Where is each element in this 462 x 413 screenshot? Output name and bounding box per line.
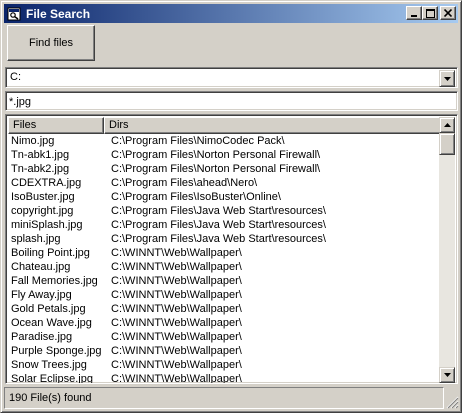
status-text: 190 File(s) found [4,387,444,409]
table-row[interactable]: Gold Petals.jpg C:\WINNT\Web\Wallpaper\ [8,302,441,316]
list-header: Files Dirs [8,117,441,134]
directory-cell: C:\WINNT\Web\Wallpaper\ [111,303,242,315]
directory-cell: C:\WINNT\Web\Wallpaper\ [111,345,242,357]
close-icon [444,9,452,17]
file-name-cell: Solar Eclipse.jpg [11,373,93,384]
file-name-cell: Ocean Wave.jpg [11,317,92,329]
minimize-icon [411,15,417,17]
table-row[interactable]: CDEXTRA.jpg C:\Program Files\ahead\Nero\ [8,176,441,190]
status-bar: 190 File(s) found [4,387,459,409]
file-name-cell: Tn-abk2.jpg [11,163,70,175]
directory-cell: C:\WINNT\Web\Wallpaper\ [111,331,242,343]
scroll-thumb[interactable] [439,133,455,155]
table-row[interactable]: Nimo.jpg C:\Program Files\NimoCodec Pack\ [8,134,441,148]
file-name-cell: Fall Memories.jpg [11,275,98,287]
file-name-cell: CDEXTRA.jpg [11,177,82,189]
resize-grip-icon[interactable] [446,396,459,409]
table-row[interactable]: Tn-abk1.jpg C:\Program Files\Norton Perso… [8,148,441,162]
chevron-down-icon [443,76,451,81]
file-name-cell: IsoBuster.jpg [11,191,75,203]
directory-cell: C:\Program Files\Java Web Start\resource… [111,233,326,245]
table-row[interactable]: Solar Eclipse.jpg C:\WINNT\Web\Wallpaper\ [8,372,441,384]
dropdown-button[interactable] [439,70,455,87]
file-name-cell: splash.jpg [11,233,61,245]
file-search-window: File Search Find files C: Files Dirs Nim… [0,0,462,413]
column-header-dirs[interactable]: Dirs [104,117,441,134]
table-row[interactable]: Tn-abk2.jpg C:\Program Files\Norton Perso… [8,162,441,176]
file-name-cell: Paradise.jpg [11,331,73,343]
directory-cell: C:\Program Files\ahead\Nero\ [111,177,258,189]
table-row[interactable]: Fall Memories.jpg C:\WINNT\Web\Wallpaper\ [8,274,441,288]
table-row[interactable]: Purple Sponge.jpg C:\WINNT\Web\Wallpaper\ [8,344,441,358]
file-name-cell: Fly Away.jpg [11,289,72,301]
file-name-cell: miniSplash.jpg [11,219,83,231]
close-button[interactable] [440,6,456,20]
file-name-cell: Gold Petals.jpg [11,303,86,315]
maximize-icon [425,8,435,18]
directory-cell: C:\Program Files\NimoCodec Pack\ [111,135,285,147]
table-row[interactable]: copyright.jpg C:\Program Files\Java Web S… [8,204,441,218]
directory-cell: C:\Program Files\Java Web Start\resource… [111,219,326,231]
scroll-down-button[interactable] [439,367,455,383]
directory-cell: C:\Program Files\Norton Personal Firewal… [111,149,321,161]
file-name-cell: Tn-abk1.jpg [11,149,70,161]
arrow-up-icon [443,123,451,127]
directory-cell: C:\Program Files\Norton Personal Firewal… [111,163,321,175]
arrow-down-icon [443,373,451,377]
drive-combobox[interactable]: C: [5,67,458,88]
title-bar[interactable]: File Search [4,4,458,23]
minimize-button[interactable] [406,6,422,20]
column-header-files[interactable]: Files [8,117,104,134]
vertical-scrollbar[interactable] [439,117,455,383]
file-name-cell: Nimo.jpg [11,135,55,147]
table-row[interactable]: splash.jpg C:\Program Files\Java Web Star… [8,232,441,246]
maximize-button[interactable] [422,6,438,20]
file-name-cell: copyright.jpg [11,205,74,217]
app-icon[interactable] [6,6,22,22]
table-row[interactable]: Chateau.jpg C:\WINNT\Web\Wallpaper\ [8,260,441,274]
scroll-up-button[interactable] [439,117,455,133]
directory-cell: C:\WINNT\Web\Wallpaper\ [111,261,242,273]
table-row[interactable]: Paradise.jpg C:\WINNT\Web\Wallpaper\ [8,330,441,344]
table-row[interactable]: Fly Away.jpg C:\WINNT\Web\Wallpaper\ [8,288,441,302]
find-files-button[interactable]: Find files [7,25,95,61]
directory-cell: C:\WINNT\Web\Wallpaper\ [111,247,242,259]
file-name-cell: Chateau.jpg [11,261,71,273]
table-row[interactable]: Ocean Wave.jpg C:\WINNT\Web\Wallpaper\ [8,316,441,330]
table-row[interactable]: Boiling Point.jpg C:\WINNT\Web\Wallpaper\ [8,246,441,260]
directory-cell: C:\Program Files\IsoBuster\Online\ [111,191,281,203]
directory-cell: C:\WINNT\Web\Wallpaper\ [111,359,242,371]
filter-input[interactable] [8,94,455,109]
directory-cell: C:\WINNT\Web\Wallpaper\ [111,275,242,287]
directory-cell: C:\WINNT\Web\Wallpaper\ [111,289,242,301]
file-name-cell: Snow Trees.jpg [11,359,87,371]
file-name-cell: Boiling Point.jpg [11,247,90,259]
list-body: Nimo.jpg C:\Program Files\NimoCodec Pack\… [8,134,441,384]
results-listview[interactable]: Files Dirs Nimo.jpg C:\Program Files\Nimo… [5,114,458,384]
directory-cell: C:\WINNT\Web\Wallpaper\ [111,373,242,384]
table-row[interactable]: Snow Trees.jpg C:\WINNT\Web\Wallpaper\ [8,358,441,372]
window-title: File Search [26,6,91,21]
table-row[interactable]: miniSplash.jpg C:\Program Files\Java Web … [8,218,441,232]
table-row[interactable]: IsoBuster.jpg C:\Program Files\IsoBuster\… [8,190,441,204]
directory-cell: C:\WINNT\Web\Wallpaper\ [111,317,242,329]
caption-buttons [406,6,456,20]
filter-field[interactable] [5,91,458,111]
drive-combobox-value: C: [10,71,21,83]
directory-cell: C:\Program Files\Java Web Start\resource… [111,205,326,217]
file-name-cell: Purple Sponge.jpg [11,345,102,357]
